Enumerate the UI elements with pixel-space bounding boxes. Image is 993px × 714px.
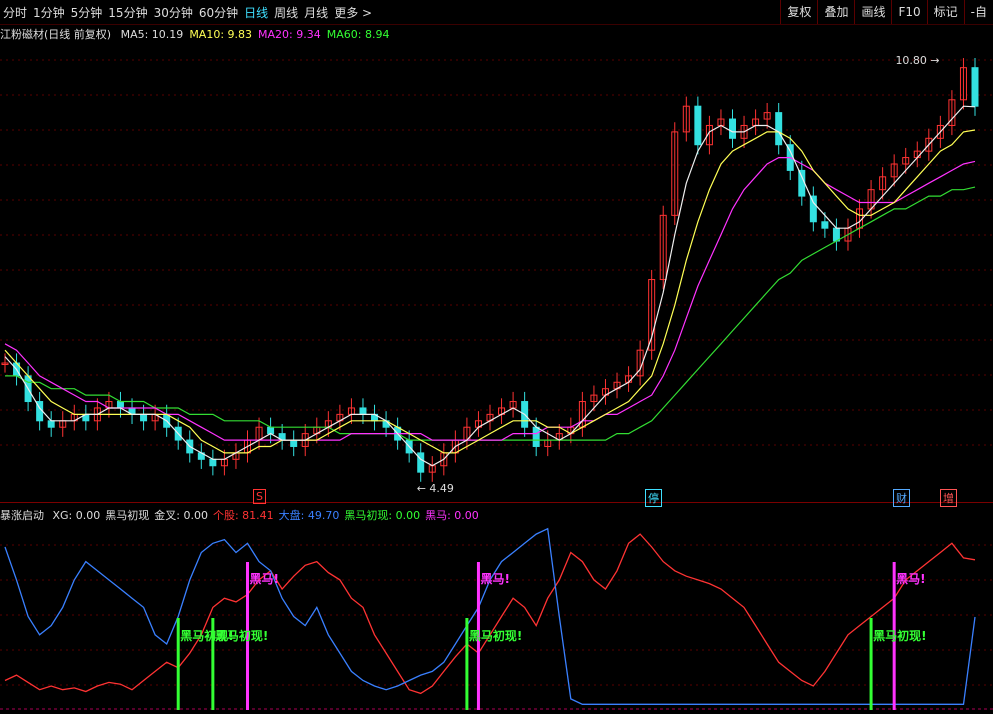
candle-body-71 <box>821 221 829 229</box>
indicator-name: 暴涨启动 <box>0 509 44 522</box>
heima-signal-label-2: 黑马! <box>896 572 926 586</box>
candle-body-63 <box>729 118 736 139</box>
indicator-field-1: 黑马初现 <box>105 509 150 522</box>
chuxian-signal-label-1: 黑马初现! <box>214 629 269 643</box>
high-price-label: 10.80 → <box>895 54 939 67</box>
indicator-field-5: 黑马初现: 0.00 <box>344 509 421 522</box>
candle-body-25 <box>290 439 298 447</box>
candle-body-4 <box>47 420 55 428</box>
candle-body-70 <box>809 195 817 223</box>
stock-strength-line <box>4 533 976 695</box>
indicator-field-4: 大盘: 49.70 <box>278 509 340 522</box>
panel-divider <box>0 502 993 503</box>
candle-body-60 <box>694 105 702 146</box>
heima-signal-label-0: 黑马! <box>249 572 279 586</box>
chart-canvas[interactable]: 10.80 → ← 4.49 <box>0 0 993 714</box>
candle-body-84 <box>971 67 979 107</box>
candle-body-36 <box>417 452 425 473</box>
indicator-field-2: 金叉: 0.00 <box>154 509 208 522</box>
candle-body-72 <box>832 227 840 242</box>
market-strength-line <box>4 527 976 705</box>
ma60-line <box>5 186 976 441</box>
indicator-info-line: 暴涨启动 XG: 0.00 黑马初现 金叉: 0.00 个股: 81.41 大盘: 49… <box>0 507 489 523</box>
candle-body-10 <box>116 401 124 409</box>
candle-body-69 <box>798 169 806 197</box>
heima-signal-label-1: 黑马! <box>480 572 510 586</box>
candle-body-67 <box>775 112 783 146</box>
candle-body-12 <box>140 413 148 422</box>
event-mark-1[interactable]: 停 <box>645 489 662 507</box>
indicator-field-6: 黑马: 0.00 <box>425 509 479 522</box>
indicator-field-0: XG: 0.00 <box>52 509 101 522</box>
ma10-line <box>4 129 976 454</box>
event-mark-3[interactable]: 增 <box>940 489 957 507</box>
chuxian-signal-label-3: 黑马初现! <box>873 629 927 643</box>
chuxian-signal-label-2: 黑马初现! <box>468 629 523 643</box>
low-price-label: ← 4.49 <box>417 482 454 495</box>
indicator-field-3: 个股: 81.41 <box>212 509 274 522</box>
candle-body-31 <box>359 407 367 415</box>
candle-body-23 <box>267 426 275 435</box>
event-mark-0[interactable]: S <box>253 489 266 504</box>
indicator-values: XG: 0.00 黑马初现 金叉: 0.00 个股: 81.41 大盘: 49.70 黑马… <box>53 509 484 522</box>
event-mark-2[interactable]: 财 <box>893 489 910 507</box>
candle-body-18 <box>209 458 217 467</box>
candle-body-46 <box>532 426 540 447</box>
